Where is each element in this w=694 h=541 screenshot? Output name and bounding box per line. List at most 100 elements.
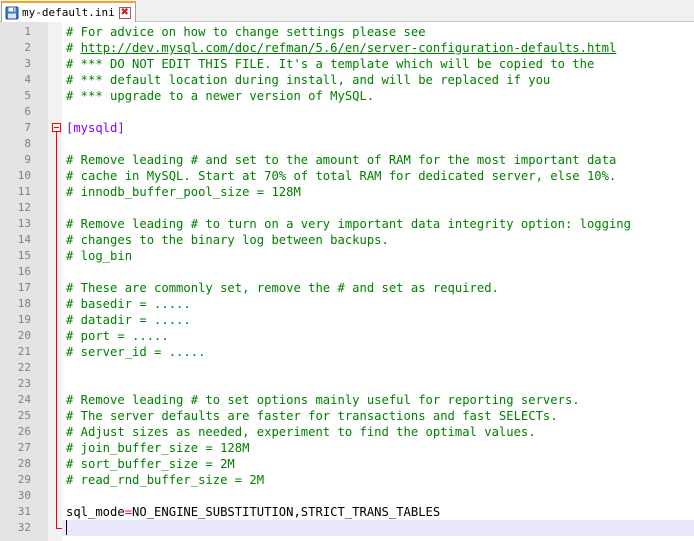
code-text: # Remove leading # to turn on a very imp… (66, 217, 631, 231)
code-line[interactable]: 7 [mysqld] (0, 120, 694, 136)
code-text: # changes to the binary log between back… (66, 233, 389, 247)
code-line[interactable]: 3 # *** DO NOT EDIT THIS FILE. It's a tem… (0, 56, 694, 72)
line-number: 10 (17, 169, 31, 182)
line-text-area[interactable]: # http://dev.mysql.com/doc/refman/5.6/en… (62, 40, 694, 56)
code-line[interactable]: 26 # Adjust sizes as needed, experiment t… (0, 424, 694, 440)
line-text-area[interactable]: # server_id = ..... (62, 344, 694, 360)
fold-guide-line (56, 132, 57, 528)
code-line[interactable]: 14 # changes to the binary log between ba… (0, 232, 694, 248)
line-number: 30 (17, 489, 31, 502)
config-setting: sql_mode=NO_ENGINE_SUBSTITUTION,STRICT_T… (66, 504, 440, 520)
line-text-area[interactable]: # Remove leading # to set options mainly… (62, 392, 694, 408)
code-text: # log_bin (66, 249, 133, 263)
assignment-operator: = (124, 505, 133, 519)
notepad-plus-plus-window: my-default.ini ✖ 1 # For advice on how to… (0, 0, 694, 541)
tab-bar: my-default.ini ✖ (0, 0, 694, 22)
code-line[interactable]: 8 (0, 136, 694, 152)
line-text-area[interactable] (62, 136, 694, 152)
code-line[interactable]: 30 (0, 488, 694, 504)
line-text-area[interactable]: # For advice on how to change settings p… (62, 24, 694, 40)
line-text-area[interactable]: # basedir = ..... (62, 296, 694, 312)
code-line[interactable]: 2 # http://dev.mysql.com/doc/refman/5.6/e… (0, 40, 694, 56)
code-line[interactable]: 6 (0, 104, 694, 120)
line-text-area[interactable]: # Adjust sizes as needed, experiment to … (62, 424, 694, 440)
tab-title: my-default.ini (22, 6, 115, 19)
code-line[interactable]: 25 # The server defaults are faster for t… (0, 408, 694, 424)
line-text-area[interactable] (62, 264, 694, 280)
fold-collapse-icon[interactable] (52, 123, 61, 132)
setting-value: NO_ENGINE_SUBSTITUTION,STRICT_TRANS_TABL… (132, 505, 441, 519)
save-icon (5, 6, 19, 19)
code-line[interactable]: 20 # port = ..... (0, 328, 694, 344)
code-line[interactable]: 16 (0, 264, 694, 280)
line-text-area[interactable] (62, 376, 694, 392)
code-line[interactable]: 32 (0, 520, 694, 536)
code-line[interactable]: 22 (0, 360, 694, 376)
code-text: # Remove leading # to set options mainly… (66, 393, 580, 407)
line-text-area[interactable]: # Remove leading # to turn on a very imp… (62, 216, 694, 232)
line-text-area[interactable]: # read_rnd_buffer_size = 2M (62, 472, 694, 488)
code-line[interactable]: 28 # sort_buffer_size = 2M (0, 456, 694, 472)
code-line[interactable]: 23 (0, 376, 694, 392)
line-text-area[interactable] (62, 360, 694, 376)
code-line[interactable]: 11 # innodb_buffer_pool_size = 128M (0, 184, 694, 200)
code-line[interactable]: 19 # datadir = ..... (0, 312, 694, 328)
line-text-area[interactable]: # Remove leading # and set to the amount… (62, 152, 694, 168)
line-text-area[interactable]: # datadir = ..... (62, 312, 694, 328)
line-text-area[interactable]: # cache in MySQL. Start at 70% of total … (62, 168, 694, 184)
code-text: # Adjust sizes as needed, experiment to … (66, 425, 536, 439)
line-number: 4 (24, 73, 31, 86)
line-text-area[interactable]: [mysqld] (62, 120, 694, 136)
line-number: 1 (24, 25, 31, 38)
code-text: # Remove leading # and set to the amount… (66, 153, 617, 167)
line-text-area[interactable]: # *** default location during install, a… (62, 72, 694, 88)
line-text-area[interactable]: # sort_buffer_size = 2M (62, 456, 694, 472)
code-line[interactable]: 21 # server_id = ..... (0, 344, 694, 360)
line-text-area[interactable] (62, 488, 694, 504)
code-line[interactable]: 9 # Remove leading # and set to the amoun… (0, 152, 694, 168)
line-number: 8 (24, 137, 31, 150)
code-line[interactable]: 12 (0, 200, 694, 216)
line-number: 27 (17, 441, 31, 454)
line-text-area[interactable]: # These are commonly set, remove the # a… (62, 280, 694, 296)
line-text-area[interactable] (62, 520, 694, 536)
line-number: 22 (17, 361, 31, 374)
code-line[interactable]: 27 # join_buffer_size = 128M (0, 440, 694, 456)
code-text: # For advice on how to change settings p… (66, 25, 426, 39)
line-text-area[interactable]: sql_mode=NO_ENGINE_SUBSTITUTION,STRICT_T… (62, 504, 694, 520)
line-number: 23 (17, 377, 31, 390)
code-line[interactable]: 4 # *** default location during install, … (0, 72, 694, 88)
code-line[interactable]: 1 # For advice on how to change settings … (0, 24, 694, 40)
line-text-area[interactable]: # The server defaults are faster for tra… (62, 408, 694, 424)
line-number: 11 (17, 185, 31, 198)
line-text-area[interactable] (62, 104, 694, 120)
section-header: [mysqld] (66, 121, 125, 135)
tab-my-default-ini[interactable]: my-default.ini ✖ (1, 1, 136, 22)
code-line[interactable]: 31 sql_mode=NO_ENGINE_SUBSTITUTION,STRICT… (0, 504, 694, 520)
editor-area[interactable]: 1 # For advice on how to change settings … (0, 22, 694, 541)
code-line[interactable]: 29 # read_rnd_buffer_size = 2M (0, 472, 694, 488)
code-text: # *** upgrade to a newer version of MySQ… (66, 89, 375, 103)
code-line[interactable]: 10 # cache in MySQL. Start at 70% of tota… (0, 168, 694, 184)
code-line[interactable]: 13 # Remove leading # to turn on a very i… (0, 216, 694, 232)
line-number: 19 (17, 313, 31, 326)
line-text-area[interactable]: # changes to the binary log between back… (62, 232, 694, 248)
code-line[interactable]: 24 # Remove leading # to set options main… (0, 392, 694, 408)
line-text-area[interactable]: # join_buffer_size = 128M (62, 440, 694, 456)
close-icon[interactable]: ✖ (118, 6, 131, 19)
code-line[interactable]: 17 # These are commonly set, remove the #… (0, 280, 694, 296)
text-caret (66, 520, 67, 535)
code-line[interactable]: 15 # log_bin (0, 248, 694, 264)
line-text-area[interactable]: # log_bin (62, 248, 694, 264)
code-text: # read_rnd_buffer_size = 2M (66, 473, 265, 487)
line-text-area[interactable]: # *** DO NOT EDIT THIS FILE. It's a temp… (62, 56, 694, 72)
line-number: 9 (24, 153, 31, 166)
documentation-link[interactable]: http://dev.mysql.com/doc/refman/5.6/en/s… (81, 41, 617, 55)
line-text-area[interactable]: # *** upgrade to a newer version of MySQ… (62, 88, 694, 104)
line-text-area[interactable] (62, 200, 694, 216)
setting-key: sql_mode (66, 505, 125, 519)
line-text-area[interactable]: # innodb_buffer_pool_size = 128M (62, 184, 694, 200)
code-line[interactable]: 5 # *** upgrade to a newer version of MyS… (0, 88, 694, 104)
line-text-area[interactable]: # port = ..... (62, 328, 694, 344)
code-line[interactable]: 18 # basedir = ..... (0, 296, 694, 312)
